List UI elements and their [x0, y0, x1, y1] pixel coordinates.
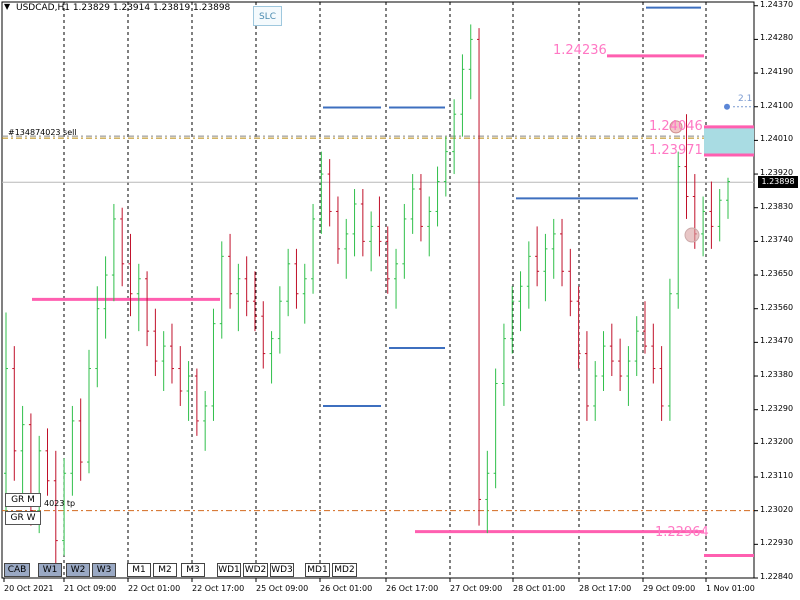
gr-m-button[interactable]: GR M: [5, 493, 41, 507]
price-tick-label: 1.24010: [760, 134, 794, 144]
price-tick-label: 1.23290: [760, 403, 794, 413]
slc-button[interactable]: SLC: [253, 6, 282, 26]
gr-w-button[interactable]: GR W: [5, 511, 41, 525]
tp-label: 4023 tp: [44, 499, 76, 508]
timeframe-button-wd3[interactable]: WD3: [270, 563, 294, 577]
price-tick-label: 1.23020: [760, 504, 794, 514]
price-tick-label: 1.24370: [760, 0, 794, 9]
price-tick-label: 1.23110: [760, 471, 794, 480]
timeframe-button-wd1[interactable]: WD1: [217, 563, 241, 577]
timeframe-button-m1[interactable]: M1: [127, 563, 151, 577]
symbol-info-line: USDCAD,H1 1.23829 1.23914 1.23819 1.2389…: [16, 3, 231, 13]
order-sell-label: #134874023 sell: [8, 128, 77, 137]
timeframe-button-m2[interactable]: M2: [153, 563, 177, 577]
zone-low-label: 1.23971: [649, 143, 703, 158]
time-tick-label: 28 Oct 01:00: [513, 584, 566, 593]
time-tick-label: 21 Oct 09:00: [64, 584, 117, 593]
time-tick-label: 26 Oct 17:00: [386, 584, 439, 593]
time-tick-label: 27 Oct 09:00: [450, 584, 503, 593]
timeframe-button-md2[interactable]: MD2: [332, 563, 357, 577]
timeframe-button-md1[interactable]: MD1: [305, 563, 330, 577]
chart-window[interactable]: ▼ USDCAD,H1 1.23829 1.23914 1.23819 1.23…: [0, 0, 800, 600]
timeframe-button-m3[interactable]: M3: [181, 563, 205, 577]
small-tag: 2.1: [738, 94, 753, 104]
timeframe-button-wd2[interactable]: WD2: [243, 563, 268, 577]
timeframe-button-cab[interactable]: CAB: [4, 563, 30, 577]
timeframe-button-w3[interactable]: W3: [92, 563, 116, 577]
level-bottom-label: 1.22964: [655, 525, 709, 540]
price-tick-label: 1.23650: [760, 269, 794, 279]
price-tick-label: 1.23830: [760, 201, 794, 211]
price-tick-label: 1.22930: [760, 538, 794, 548]
current-price-tag: 1.23898: [758, 176, 798, 188]
time-tick-label: 20 Oct 2021: [4, 584, 54, 593]
price-tick-label: 1.22840: [760, 572, 794, 581]
price-tick-label: 1.23470: [760, 336, 794, 346]
price-tick-label: 1.24280: [760, 33, 794, 43]
price-tick-label: 1.23560: [760, 302, 794, 312]
small-dot: [724, 103, 730, 110]
time-tick-label: 1 Nov 01:00: [706, 584, 755, 593]
price-tick-label: 1.23380: [760, 370, 794, 380]
exit-marker: [684, 227, 700, 243]
plot-frame: [1, 1, 755, 579]
supply-zone-box: [704, 126, 754, 155]
level-top-label: 1.24236: [553, 43, 607, 58]
time-tick-label: 28 Oct 17:00: [579, 584, 632, 593]
chart-menu-arrow-icon[interactable]: ▼: [4, 2, 10, 11]
timeframe-button-w1[interactable]: W1: [38, 563, 62, 577]
price-tick-label: 1.23200: [760, 437, 794, 447]
time-tick-label: 29 Oct 09:00: [643, 584, 696, 593]
time-tick-label: 25 Oct 09:00: [256, 584, 309, 593]
price-tick-label: 1.23740: [760, 235, 794, 245]
timeframe-button-w2[interactable]: W2: [66, 563, 90, 577]
time-tick-label: 22 Oct 17:00: [192, 584, 245, 593]
time-tick-label: 22 Oct 01:00: [128, 584, 181, 593]
time-tick-label: 26 Oct 01:00: [320, 584, 373, 593]
price-tick-label: 1.24190: [760, 67, 794, 77]
zone-high-label: 1.24046: [649, 119, 703, 134]
price-tick-label: 1.24100: [760, 100, 794, 110]
price-chart[interactable]: [0, 0, 800, 600]
